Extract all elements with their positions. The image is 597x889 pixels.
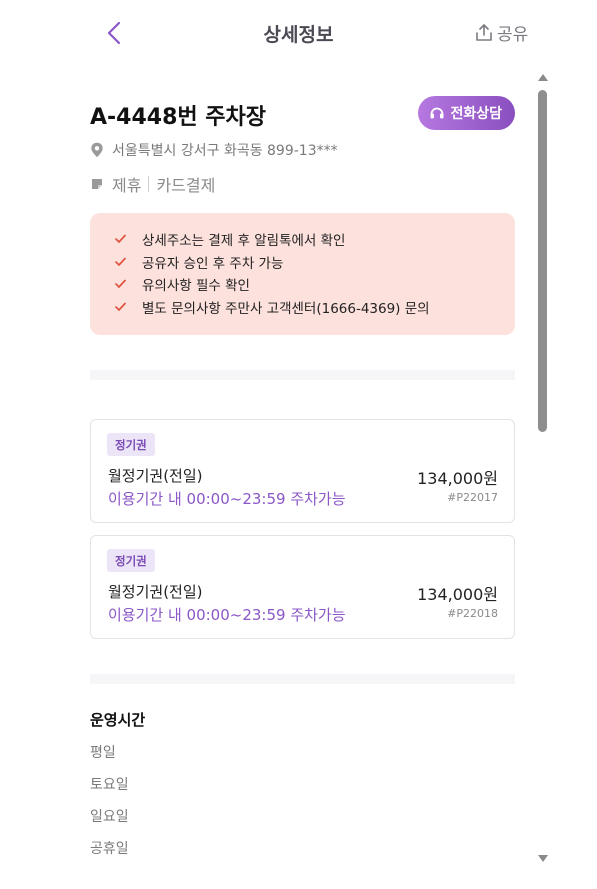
scroll-down-arrow-icon[interactable]	[538, 855, 548, 862]
address-row: 서울특별시 강서구 화곡동 899-13***	[90, 140, 338, 160]
ticket-name: 월정기권(전일)	[108, 467, 203, 485]
hours-day-weekday: 평일	[90, 745, 116, 761]
ticket-badge: 정기권	[107, 549, 155, 572]
share-icon	[476, 23, 492, 41]
ticket-badge: 정기권	[107, 433, 155, 456]
tag-card-payment: 카드결제	[156, 176, 216, 195]
check-icon	[115, 279, 126, 289]
notice-box: 상세주소는 결제 후 알림톡에서 확인 공유자 승인 후 주차 가능 유의사항 …	[90, 213, 515, 335]
scroll-thumb[interactable]	[538, 90, 547, 432]
notice-text: 상세주소는 결제 후 알림톡에서 확인	[142, 233, 346, 250]
hours-day-sunday: 일요일	[90, 809, 129, 825]
ticket-code: #P22017	[447, 491, 498, 504]
check-icon	[115, 257, 126, 266]
ticket-price: 134,000원	[417, 585, 498, 604]
location-pin-icon	[91, 142, 103, 158]
share-button[interactable]: 공유	[474, 20, 528, 45]
headset-icon	[430, 107, 444, 119]
notice-item: 별도 문의사항 주만사 고객센터(1666-4369) 문의	[115, 296, 515, 319]
ticket-code: #P22018	[447, 607, 498, 620]
notice-item: 유의사항 필수 확인	[115, 273, 515, 296]
notice-text: 공유자 승인 후 주차 가능	[142, 255, 284, 272]
section-divider	[90, 674, 515, 684]
hours-day-holiday: 공휴일	[90, 841, 129, 857]
check-icon	[115, 302, 126, 311]
notice-text: 별도 문의사항 주만사 고객센터(1666-4369) 문의	[142, 300, 430, 317]
hours-day-saturday: 토요일	[90, 777, 129, 793]
detail-content: A-4448번 주차장 전화상담 서울특별시 강서구 화곡동 899-13***…	[0, 64, 536, 889]
scroll-up-arrow-icon[interactable]	[538, 74, 548, 81]
vertical-scrollbar[interactable]	[537, 74, 549, 862]
ticket-name: 월정기권(전일)	[108, 583, 203, 601]
lot-title-row: A-4448번 주차장 전화상담	[90, 96, 515, 132]
ticket-card[interactable]: 정기권 월정기권(전일) 134,000원 이용기간 내 00:00~23:59…	[90, 535, 515, 639]
tag-partner: 제휴	[112, 176, 142, 195]
ticket-description: 이용기간 내 00:00~23:59 주차가능	[108, 490, 346, 508]
notice-item: 상세주소는 결제 후 알림톡에서 확인	[115, 228, 515, 251]
lot-title: A-4448번 주차장	[90, 105, 267, 130]
call-consult-label: 전화상담	[450, 106, 502, 122]
address-text: 서울특별시 강서구 화곡동 899-13***	[112, 143, 338, 159]
call-consult-button[interactable]: 전화상담	[418, 96, 515, 130]
ticket-price: 134,000원	[417, 469, 498, 488]
section-divider	[90, 370, 515, 380]
ticket-card[interactable]: 정기권 월정기권(전일) 134,000원 이용기간 내 00:00~23:59…	[90, 419, 515, 523]
notice-item: 공유자 승인 후 주차 가능	[115, 251, 515, 274]
notice-text: 유의사항 필수 확인	[142, 278, 250, 295]
tag-row: 제휴 카드결제	[90, 172, 215, 196]
tag-divider	[148, 176, 150, 192]
ticket-description: 이용기간 내 00:00~23:59 주차가능	[108, 606, 346, 624]
check-icon	[115, 234, 126, 244]
partner-tag-icon	[92, 179, 102, 189]
app-header: 상세정보 공유	[0, 0, 597, 64]
share-label: 공유	[497, 25, 529, 45]
operating-hours-title: 운영시간	[90, 711, 146, 729]
